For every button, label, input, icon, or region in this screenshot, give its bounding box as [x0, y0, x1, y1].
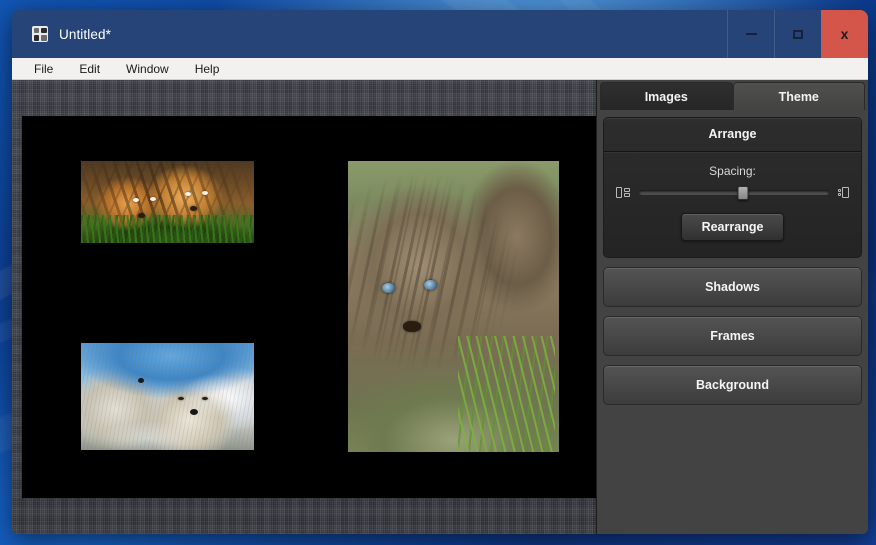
spacing-slider[interactable] [638, 185, 829, 200]
menu-item-edit[interactable]: Edit [71, 60, 108, 78]
title-bar[interactable]: Untitled* x [12, 10, 868, 58]
panel-tabstrip: Images Theme [597, 80, 868, 110]
collage-sheet[interactable] [22, 116, 596, 498]
close-button[interactable]: x [821, 10, 868, 58]
minimize-icon [745, 33, 757, 35]
background-button[interactable]: Background [603, 365, 862, 405]
arrange-card-title[interactable]: Arrange [604, 118, 861, 152]
menu-item-window[interactable]: Window [118, 60, 177, 78]
arrange-card-body: Spacing: Rearrange [604, 152, 861, 257]
panel-content: Arrange Spacing: Rearrange Shadows Frame… [597, 110, 868, 534]
maximize-icon [793, 29, 803, 39]
side-panel: Images Theme Arrange Spacing: Rearrange … [597, 80, 868, 534]
collage-app-icon [32, 26, 48, 42]
shadows-button[interactable]: Shadows [603, 267, 862, 307]
maximize-button[interactable] [774, 10, 821, 58]
spacing-label: Spacing: [709, 164, 756, 178]
collage-canvas[interactable] [12, 80, 597, 534]
tab-images[interactable]: Images [600, 82, 733, 110]
photo-cougar-cubs[interactable] [348, 161, 559, 452]
menu-item-file[interactable]: File [26, 60, 61, 78]
title-bar-left: Untitled* [12, 10, 727, 58]
photo-cougar-cubs-grass [457, 335, 555, 452]
window-body: Images Theme Arrange Spacing: Rearrange … [12, 80, 868, 534]
spacing-slider-thumb[interactable] [737, 185, 749, 200]
photo-arctic-wolves-detail [81, 343, 254, 450]
frames-button[interactable]: Frames [603, 316, 862, 356]
minimize-button[interactable] [727, 10, 774, 58]
menu-item-help[interactable]: Help [187, 60, 228, 78]
spacing-tight-icon[interactable] [616, 187, 630, 198]
close-icon: x [840, 26, 849, 42]
arrange-card: Arrange Spacing: Rearrange [603, 117, 862, 258]
spacing-slider-row [616, 185, 849, 200]
photo-arctic-wolves[interactable] [81, 343, 254, 450]
photo-tiger-cubs-grass [81, 215, 254, 243]
photo-tiger-cubs[interactable] [81, 161, 254, 243]
rearrange-button[interactable]: Rearrange [680, 213, 785, 241]
window-title: Untitled* [59, 26, 111, 42]
application-window: Untitled* x File Edit Window Help Images… [12, 10, 868, 534]
tab-theme[interactable]: Theme [732, 82, 865, 110]
menu-bar: File Edit Window Help [12, 58, 868, 80]
spacing-wide-icon[interactable] [837, 187, 849, 198]
